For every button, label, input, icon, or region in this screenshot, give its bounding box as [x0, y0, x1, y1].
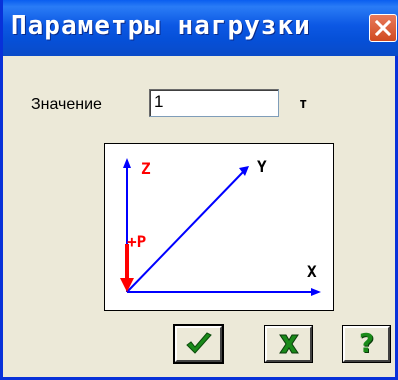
title-bar[interactable]: Параметры нагрузки	[3, 0, 398, 56]
x-axis-label: X	[307, 262, 317, 281]
load-direction-diagram: Z Y X +P	[104, 143, 334, 311]
force-arrowhead	[120, 278, 134, 292]
x-axis-arrowhead	[311, 288, 321, 296]
close-button[interactable]	[369, 14, 397, 42]
value-label: Значение	[31, 96, 102, 113]
unit-label: т	[299, 96, 308, 112]
z-axis-arrowhead	[123, 158, 131, 168]
axes-graphic	[120, 158, 321, 296]
window-title: Параметры нагрузки	[11, 11, 311, 41]
help-icon: ?	[358, 329, 375, 359]
load-parameters-dialog: Параметры нагрузки Значение 1 т Z Y X +P	[0, 0, 398, 380]
cancel-button[interactable]	[264, 325, 313, 363]
help-button[interactable]: ?	[342, 325, 391, 363]
ok-button[interactable]	[173, 324, 224, 364]
value-input[interactable]: 1	[149, 89, 279, 117]
z-axis-label: Z	[141, 159, 151, 178]
y-axis-label: Y	[257, 157, 267, 176]
x-icon	[278, 334, 299, 354]
close-icon	[375, 20, 391, 36]
force-label: +P	[127, 232, 147, 251]
checkmark-icon	[185, 332, 212, 354]
